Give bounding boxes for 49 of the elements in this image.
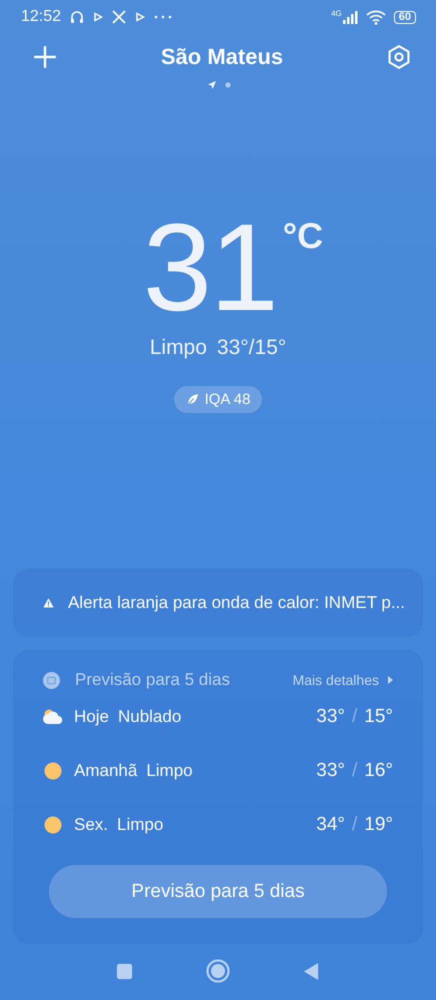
alert-card[interactable]: Alerta laranja para onda de calor: INMET p... (13, 569, 423, 637)
caret-icon (387, 676, 393, 684)
forecast-day: Hoje (74, 707, 109, 727)
forecast-day: Sex. (74, 815, 108, 835)
recents-icon[interactable] (115, 962, 134, 980)
temperature: 31 (142, 218, 277, 318)
clock-time: 12:52 (21, 8, 62, 26)
slash-separator: / (352, 760, 358, 782)
air-quality-badge[interactable]: IQA 48 (174, 386, 262, 413)
signal-icon (342, 9, 358, 25)
high-low-temperature: 33°/15° (216, 336, 286, 360)
calendar-icon (43, 672, 60, 688)
location-arrow-icon[interactable] (207, 80, 217, 90)
forecast-button[interactable]: Previsão para 5 dias (49, 865, 387, 918)
low-temperature: 19° (364, 814, 393, 836)
leaf-icon (186, 393, 199, 406)
forecast-condition: Limpo (117, 815, 164, 835)
high-temperature: 33° (316, 760, 345, 782)
play-icon (93, 12, 104, 22)
headphones-icon (69, 9, 86, 25)
slash-separator: / (352, 706, 358, 728)
sun-icon (43, 762, 63, 780)
home-icon[interactable] (206, 959, 230, 983)
more-icon (153, 14, 174, 20)
low-temperature: 16° (364, 760, 393, 782)
high-temperature: 34° (316, 814, 345, 836)
forecast-condition: Limpo (146, 761, 194, 781)
temperature-unit: °C (282, 218, 324, 254)
cloud-icon (43, 708, 63, 726)
alert-text: Alerta laranja para onda de calor: INMET p... (68, 593, 405, 613)
city-name: São Mateus (160, 44, 284, 70)
sun-icon (43, 816, 63, 834)
add-icon[interactable] (32, 44, 58, 70)
back-icon[interactable] (302, 962, 321, 980)
settings-icon[interactable] (386, 44, 412, 70)
slash-separator: / (352, 814, 358, 836)
battery-level: 60 (394, 10, 416, 24)
play-icon (135, 12, 146, 22)
low-temperature: 15° (364, 706, 393, 728)
forecast-condition: Nublado (118, 707, 182, 727)
high-temperature: 33° (316, 706, 345, 728)
wifi-icon (366, 9, 386, 25)
forecast-title: Previsão para 5 dias (75, 670, 231, 690)
condition-text: Limpo (150, 336, 207, 360)
network-type: 4G (331, 9, 342, 18)
x-icon (111, 9, 128, 25)
page-dot-icon[interactable] (225, 82, 231, 88)
forecast-day: Amanhã (74, 761, 138, 781)
more-details-link[interactable]: Mais detalhes (292, 672, 393, 688)
